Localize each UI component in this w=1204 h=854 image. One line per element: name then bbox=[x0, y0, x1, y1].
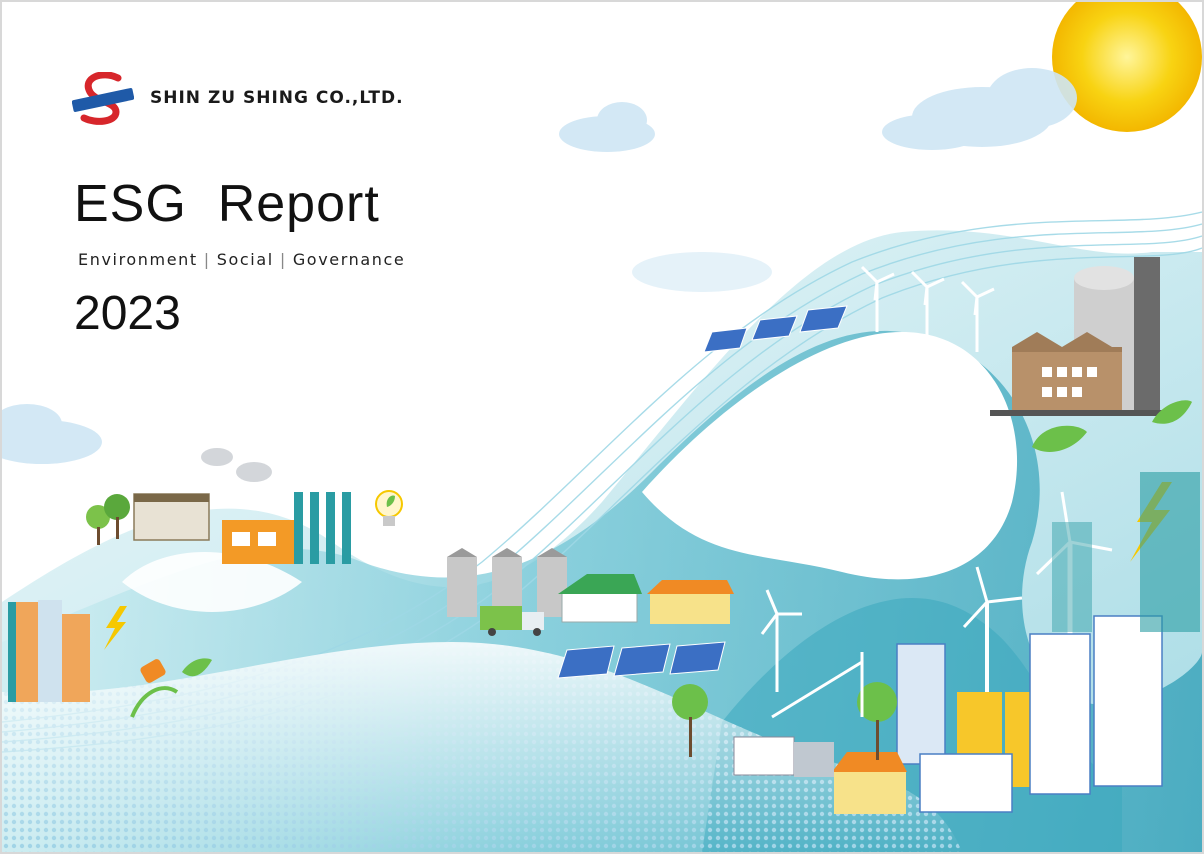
subtitle-environment: Environment bbox=[78, 250, 198, 269]
sun-icon bbox=[1052, 2, 1202, 132]
company-name: SHIN ZU SHING CO.,LTD. bbox=[150, 88, 404, 108]
report-subtitle: Environment | Social | Governance bbox=[78, 250, 405, 269]
subtitle-separator: | bbox=[279, 250, 287, 269]
subtitle-social: Social bbox=[216, 250, 274, 269]
report-title: ESG Report bbox=[74, 175, 380, 233]
report-cover: SHIN ZU SHING CO.,LTD. ESG Report Enviro… bbox=[0, 0, 1204, 854]
report-year: 2023 bbox=[74, 287, 181, 340]
cover-illustration bbox=[2, 2, 1202, 852]
lightbulb-icon bbox=[375, 490, 403, 526]
smoke-icon bbox=[201, 448, 272, 482]
subtitle-governance: Governance bbox=[292, 250, 406, 269]
company-logo bbox=[72, 72, 134, 125]
subtitle-separator: | bbox=[203, 250, 211, 269]
